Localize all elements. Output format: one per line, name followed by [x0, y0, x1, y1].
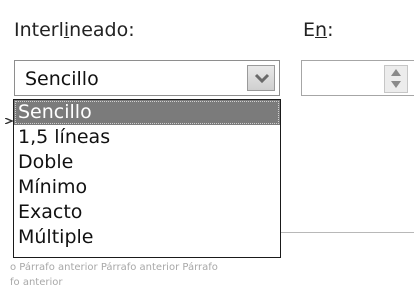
- at-spinbox[interactable]: [301, 60, 414, 96]
- option-minimo[interactable]: Mínimo: [14, 175, 280, 200]
- spin-up-icon[interactable]: [391, 69, 401, 76]
- option-multiple[interactable]: Múltiple: [14, 225, 280, 250]
- option-sencillo[interactable]: Sencillo: [14, 100, 280, 125]
- line-spacing-options-list[interactable]: Sencillo 1,5 líneas Doble Mínimo Exacto …: [13, 99, 281, 258]
- chevron-down-icon: [254, 73, 270, 84]
- pointer-mark-icon: [5, 118, 13, 124]
- line-spacing-label: Interlineado:: [14, 19, 135, 41]
- line-spacing-dropdown[interactable]: Sencillo: [14, 60, 280, 96]
- preview-divider: [272, 232, 414, 233]
- dropdown-button[interactable]: [247, 65, 275, 91]
- line-spacing-selected-value: Sencillo: [25, 68, 99, 90]
- option-1-5-lineas[interactable]: 1,5 líneas: [14, 125, 280, 150]
- spin-buttons[interactable]: [384, 65, 408, 93]
- at-label: En:: [303, 19, 334, 41]
- option-doble[interactable]: Doble: [14, 150, 280, 175]
- option-exacto[interactable]: Exacto: [14, 200, 280, 225]
- preview-text-line-2: fo anterior: [10, 277, 63, 288]
- spin-down-icon[interactable]: [391, 81, 401, 88]
- preview-text-line-1: o Párrafo anterior Párrafo anterior Párr…: [10, 262, 218, 273]
